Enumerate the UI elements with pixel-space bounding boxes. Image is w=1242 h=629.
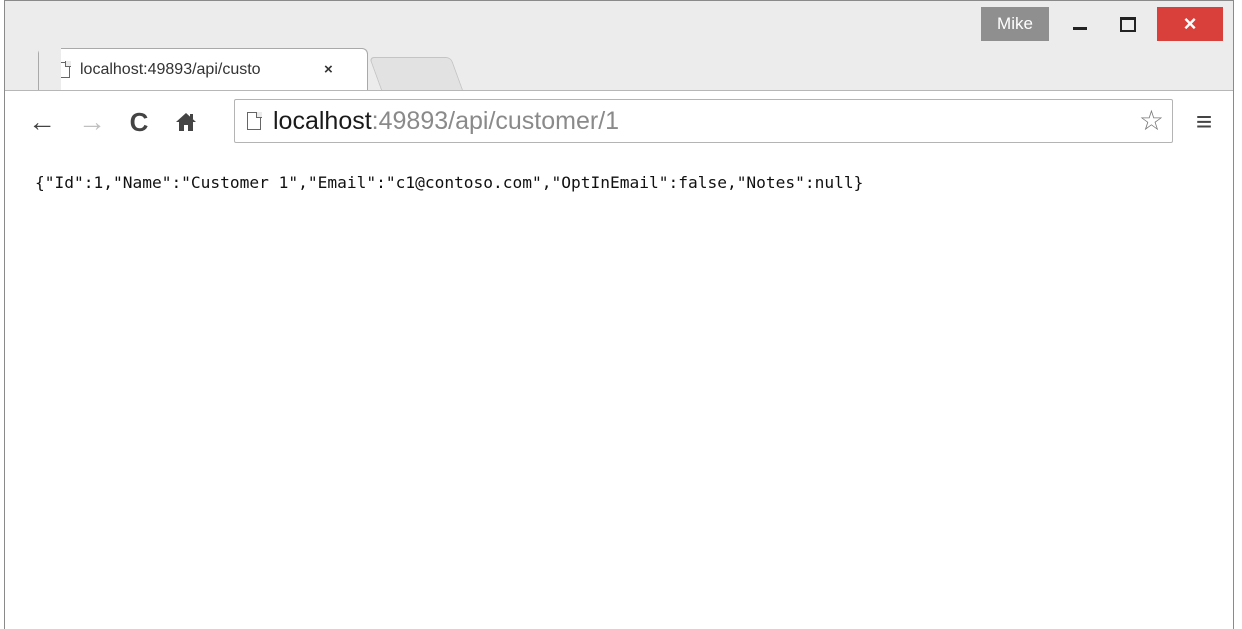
close-icon: × — [1183, 11, 1197, 36]
minimize-button[interactable] — [1057, 7, 1103, 41]
browser-window: Mike × localhost:49893/api/custo × ← → C — [4, 0, 1234, 629]
close-window-button[interactable]: × — [1157, 7, 1223, 41]
new-tab-button[interactable] — [368, 57, 464, 90]
address-bar[interactable]: localhost:49893/api/customer/1 ☆ — [234, 99, 1173, 143]
home-icon — [176, 113, 196, 131]
title-bar: Mike × localhost:49893/api/custo × — [5, 1, 1233, 90]
tab-title: localhost:49893/api/custo — [80, 60, 261, 78]
address-path: :49893/api/customer/1 — [371, 106, 620, 135]
forward-button[interactable]: → — [73, 103, 111, 141]
page-icon — [247, 111, 262, 130]
json-response-text: {"Id":1,"Name":"Customer 1","Email":"c1@… — [35, 173, 864, 192]
bookmark-star-icon[interactable]: ☆ — [1139, 107, 1164, 135]
page-content: {"Id":1,"Name":"Customer 1","Email":"c1@… — [5, 153, 1233, 629]
tab-close-icon[interactable]: × — [324, 61, 333, 78]
minimize-icon — [1073, 26, 1087, 30]
maximize-icon — [1120, 16, 1136, 32]
menu-icon: ≡ — [1195, 106, 1213, 137]
tab-active[interactable]: localhost:49893/api/custo × — [38, 48, 368, 90]
page-icon — [57, 61, 70, 78]
toolbar: ← → C localhost:49893/api/customer/1 ☆ ≡ — [5, 90, 1233, 154]
address-url[interactable]: localhost:49893/api/customer/1 — [273, 107, 619, 136]
profile-badge[interactable]: Mike — [981, 7, 1049, 41]
back-arrow-icon: ← — [28, 106, 56, 137]
address-host: localhost — [273, 106, 372, 135]
maximize-button[interactable] — [1105, 7, 1151, 41]
home-button[interactable] — [167, 103, 205, 141]
back-button[interactable]: ← — [23, 103, 61, 141]
menu-button[interactable]: ≡ — [1185, 103, 1223, 141]
forward-arrow-icon: → — [78, 106, 106, 137]
reload-button[interactable]: C — [120, 103, 158, 141]
reload-icon: C — [129, 106, 149, 137]
